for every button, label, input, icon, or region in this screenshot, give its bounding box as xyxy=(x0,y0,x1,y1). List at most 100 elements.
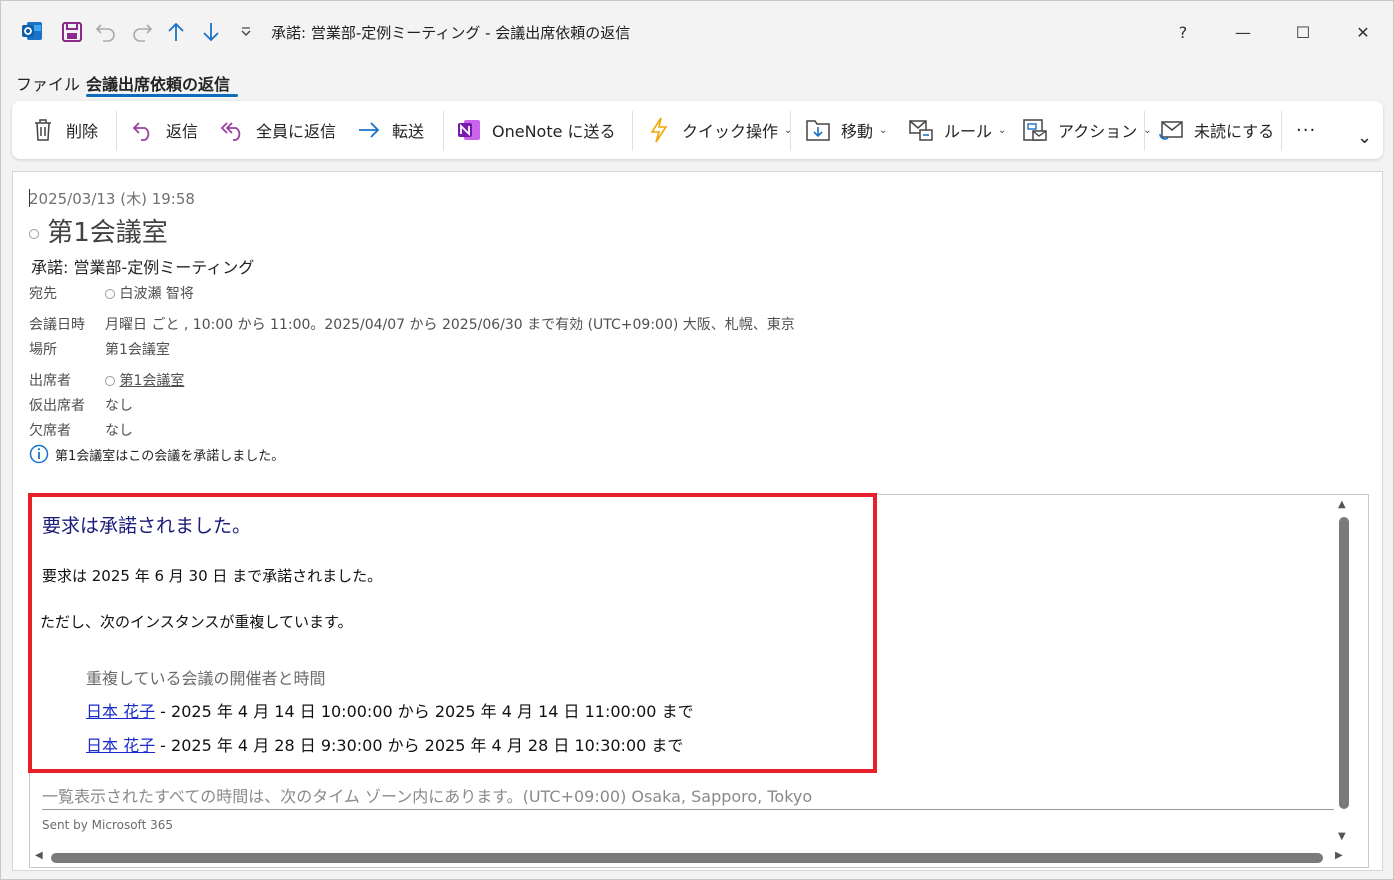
title-bar: 承諾: 営業部-定例ミーティング - 会議出席依頼の返信 ? — ☐ ✕ xyxy=(1,1,1393,63)
body-heading: 要求は承諾されました。 xyxy=(42,515,252,537)
conflict-time: - 2025 年 4 月 14 日 10:00:00 から 2025 年 4 月… xyxy=(155,702,694,721)
horizontal-scrollbar[interactable]: ◀ ▶ xyxy=(33,850,1351,864)
reply-icon xyxy=(130,117,156,143)
horizontal-scroll-thumb[interactable] xyxy=(51,853,1323,863)
actions-icon xyxy=(1022,117,1048,143)
window-title: 承諾: 営業部-定例ミーティング - 会議出席依頼の返信 xyxy=(271,24,631,42)
to-value-row: 白波瀬 智将 xyxy=(105,283,194,303)
body-line-1: 要求は 2025 年 6 月 30 日 まで承諾されました。 xyxy=(42,567,383,585)
conflict-heading: 重複している会議の開催者と時間 xyxy=(86,669,326,688)
close-button[interactable]: ✕ xyxy=(1345,15,1381,49)
next-item-icon[interactable] xyxy=(198,19,224,45)
send-to-onenote-button[interactable]: OneNote に送る xyxy=(456,101,616,159)
forward-button[interactable]: 転送 xyxy=(356,101,424,159)
help-button[interactable]: ? xyxy=(1165,15,1201,49)
active-tab-indicator xyxy=(86,94,238,97)
ribbon-separator xyxy=(790,111,791,151)
tentative-label: 仮出席者 xyxy=(29,398,85,414)
ribbon-separator xyxy=(1144,111,1145,151)
chevron-down-icon: ⌄ xyxy=(784,124,793,136)
body-divider xyxy=(42,809,1334,810)
customize-toolbar-icon[interactable] xyxy=(233,19,259,45)
ribbon-separator xyxy=(632,111,633,151)
delete-label: 削除 xyxy=(66,122,99,141)
actions-label: アクション xyxy=(1058,122,1138,141)
declined-label: 欠席者 xyxy=(29,423,71,439)
onenote-label: OneNote に送る xyxy=(492,122,616,141)
declined-value: なし xyxy=(105,423,133,439)
conflict-row: 日本 花子 - 2025 年 4 月 14 日 10:00:00 から 2025… xyxy=(86,698,694,722)
actions-button[interactable]: アクション ⌄ xyxy=(1022,101,1152,159)
location-value: 第1会議室 xyxy=(105,342,170,358)
ribbon-separator xyxy=(1281,111,1282,151)
vertical-scrollbar[interactable]: ▲ ▼ xyxy=(1336,497,1350,845)
redo-icon[interactable] xyxy=(129,19,155,45)
body-line-2: ただし、次のインスタンスが重複しています。 xyxy=(40,613,353,631)
location-label: 場所 xyxy=(29,342,57,358)
move-label: 移動 xyxy=(841,122,874,141)
ribbon-separator xyxy=(116,111,117,151)
delete-button[interactable]: 削除 xyxy=(30,101,98,159)
presence-icon xyxy=(105,376,115,386)
when-label: 会議日時 xyxy=(29,317,85,333)
info-text: 第1会議室はこの会議を承諾しました。 xyxy=(55,448,285,464)
chevron-down-icon: ⌄ xyxy=(998,124,1007,136)
attendees-label: 出席者 xyxy=(29,373,71,389)
to-value[interactable]: 白波瀬 智将 xyxy=(119,286,193,302)
mark-unread-button[interactable]: 未読にする xyxy=(1158,101,1274,159)
presence-icon xyxy=(29,228,39,239)
move-button[interactable]: 移動 ⌄ xyxy=(805,101,887,159)
envelope-unread-icon xyxy=(1158,117,1184,143)
message-subject: 承諾: 営業部-定例ミーティング xyxy=(31,258,255,277)
reply-all-icon xyxy=(220,117,246,143)
organizer-link[interactable]: 日本 花子 xyxy=(86,736,155,755)
tab-meeting-response[interactable]: 会議出席依頼の返信 xyxy=(86,71,230,95)
undo-icon[interactable] xyxy=(93,19,119,45)
forward-label: 転送 xyxy=(392,122,425,141)
info-icon xyxy=(29,444,49,464)
attendees-value-row: 第1会議室 xyxy=(105,370,184,390)
reply-all-label: 全員に返信 xyxy=(256,122,337,141)
reply-all-button[interactable]: 全員に返信 xyxy=(220,101,336,159)
move-icon xyxy=(805,117,831,143)
conflict-row: 日本 花子 - 2025 年 4 月 28 日 9:30:00 から 2025 … xyxy=(86,732,683,756)
forward-arrow-icon xyxy=(356,117,382,143)
to-label: 宛先 xyxy=(29,286,57,302)
presence-icon xyxy=(105,289,115,299)
scroll-up-icon[interactable]: ▲ xyxy=(1338,499,1346,510)
message-body: 要求は承諾されました。 要求は 2025 年 6 月 30 日 まで承諾されまし… xyxy=(29,494,1369,868)
onenote-icon xyxy=(456,117,482,143)
scroll-right-icon[interactable]: ▶ xyxy=(1335,850,1343,861)
more-options-button[interactable]: ··· xyxy=(1296,101,1316,159)
scroll-down-icon[interactable]: ▼ xyxy=(1338,831,1346,842)
conflict-time: - 2025 年 4 月 28 日 9:30:00 から 2025 年 4 月 … xyxy=(155,736,684,755)
quick-steps-label: クイック操作 xyxy=(682,122,779,141)
ribbon-separator xyxy=(443,111,444,151)
lightning-icon xyxy=(646,117,672,143)
quick-steps-button[interactable]: クイック操作 ⌄ xyxy=(646,101,792,159)
rules-button[interactable]: ルール ⌄ xyxy=(908,101,1006,159)
info-bar: 第1会議室はこの会議を承諾しました。 xyxy=(29,444,284,464)
rules-icon xyxy=(908,117,934,143)
sender-name[interactable]: 第1会議室 xyxy=(47,218,168,248)
tab-file[interactable]: ファイル xyxy=(16,71,80,95)
previous-item-icon[interactable] xyxy=(163,19,189,45)
organizer-link[interactable]: 日本 花子 xyxy=(86,702,155,721)
minimize-button[interactable]: — xyxy=(1225,15,1261,49)
reply-button[interactable]: 返信 xyxy=(130,101,198,159)
attendees-value[interactable]: 第1会議室 xyxy=(119,373,184,389)
reading-pane: 2025/03/13 (木) 19:58 第1会議室 承諾: 営業部-定例ミーテ… xyxy=(12,171,1383,871)
outlook-window: 承諾: 営業部-定例ミーティング - 会議出席依頼の返信 ? — ☐ ✕ ファイ… xyxy=(0,0,1394,880)
trash-icon xyxy=(30,117,56,143)
tentative-value: なし xyxy=(105,398,133,414)
vertical-scroll-thumb[interactable] xyxy=(1339,517,1349,809)
ribbon-expand-button[interactable]: ⌄ xyxy=(1357,117,1372,157)
message-date: 2025/03/13 (木) 19:58 xyxy=(29,190,195,208)
reply-label: 返信 xyxy=(166,122,199,141)
save-icon[interactable] xyxy=(59,19,85,45)
scroll-left-icon[interactable]: ◀ xyxy=(35,850,43,861)
rules-label: ルール xyxy=(944,122,993,141)
ribbon-toolbar: 削除 返信 全員に返信 転送 OneNote に送る クイック操作 ⌄ 移動 ⌄… xyxy=(12,101,1383,159)
maximize-button[interactable]: ☐ xyxy=(1285,15,1321,49)
when-value: 月曜日 ごと , 10:00 から 11:00。2025/04/07 から 20… xyxy=(105,317,795,333)
